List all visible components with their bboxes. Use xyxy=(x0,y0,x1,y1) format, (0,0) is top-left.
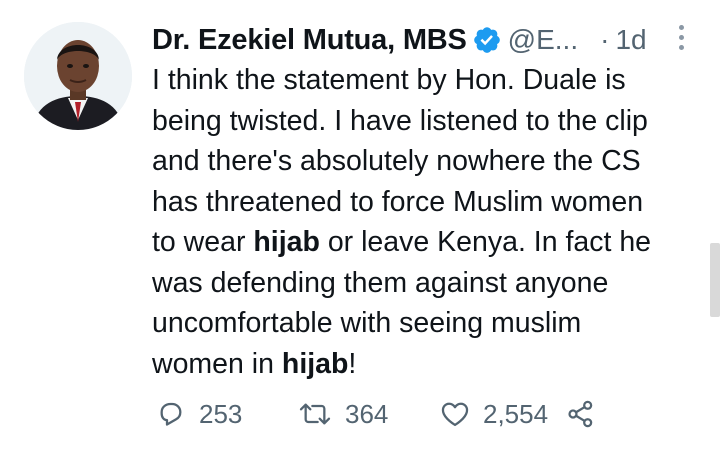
share-button[interactable] xyxy=(565,398,597,430)
tweet-header: Dr. Ezekiel Mutua, MBS @E... · 1d xyxy=(152,20,692,60)
tweet-text-line: uncomfortable with seeing muslim xyxy=(152,307,582,339)
retweet-icon xyxy=(299,403,331,425)
share-icon xyxy=(568,400,593,428)
hashtag-keyword: hijab xyxy=(281,347,349,380)
tweet-text-line: and there's absolutely nowhere the CS xyxy=(152,145,641,177)
tweet-text-line: to wear hijab or leave Kenya. In fact he xyxy=(152,222,712,263)
tweet-text-line: being twisted. I have listened to the cl… xyxy=(152,104,648,137)
tweet-actions: 253 364 2,554 xyxy=(155,394,597,434)
text-fragment: ! xyxy=(348,347,357,380)
author-name[interactable]: Dr. Ezekiel Mutua, MBS xyxy=(152,24,467,57)
heart-icon xyxy=(441,402,469,427)
text-fragment: women in xyxy=(152,347,282,380)
verified-badge-icon xyxy=(472,25,502,55)
reply-icon xyxy=(160,402,182,426)
tweet[interactable]: Dr. Ezekiel Mutua, MBS @E... · 1d I thin… xyxy=(0,0,720,463)
tweet-text-line: women in hijab! xyxy=(152,344,712,385)
tweet-timestamp[interactable]: 1d xyxy=(615,24,646,56)
separator-dot: · xyxy=(600,24,610,55)
tweet-text-line: has threatened to force Muslim women xyxy=(152,185,644,218)
like-count: 2,554 xyxy=(483,398,549,429)
tweet-text-line: was defending them against anyone xyxy=(152,266,609,299)
reply-count: 253 xyxy=(199,398,243,429)
like-button[interactable]: 2,554 xyxy=(439,398,581,430)
more-vertical-icon[interactable] xyxy=(675,25,687,55)
tweet-text: I think the statement by Hon. Duale is b… xyxy=(152,60,712,384)
reply-button[interactable]: 253 xyxy=(155,398,297,430)
text-fragment: to wear xyxy=(152,226,254,258)
avatar-image xyxy=(24,22,132,130)
author-handle[interactable]: @E... xyxy=(508,24,578,56)
tweet-text-line: I think the statement by Hon. Duale is xyxy=(152,64,626,96)
retweet-button[interactable]: 364 xyxy=(297,398,439,430)
retweet-count: 364 xyxy=(345,398,389,429)
avatar[interactable] xyxy=(24,22,132,130)
text-fragment: or leave Kenya. In fact he xyxy=(319,226,652,258)
hashtag-keyword: hijab xyxy=(253,226,320,258)
scrollbar-thumb[interactable] xyxy=(710,243,720,317)
